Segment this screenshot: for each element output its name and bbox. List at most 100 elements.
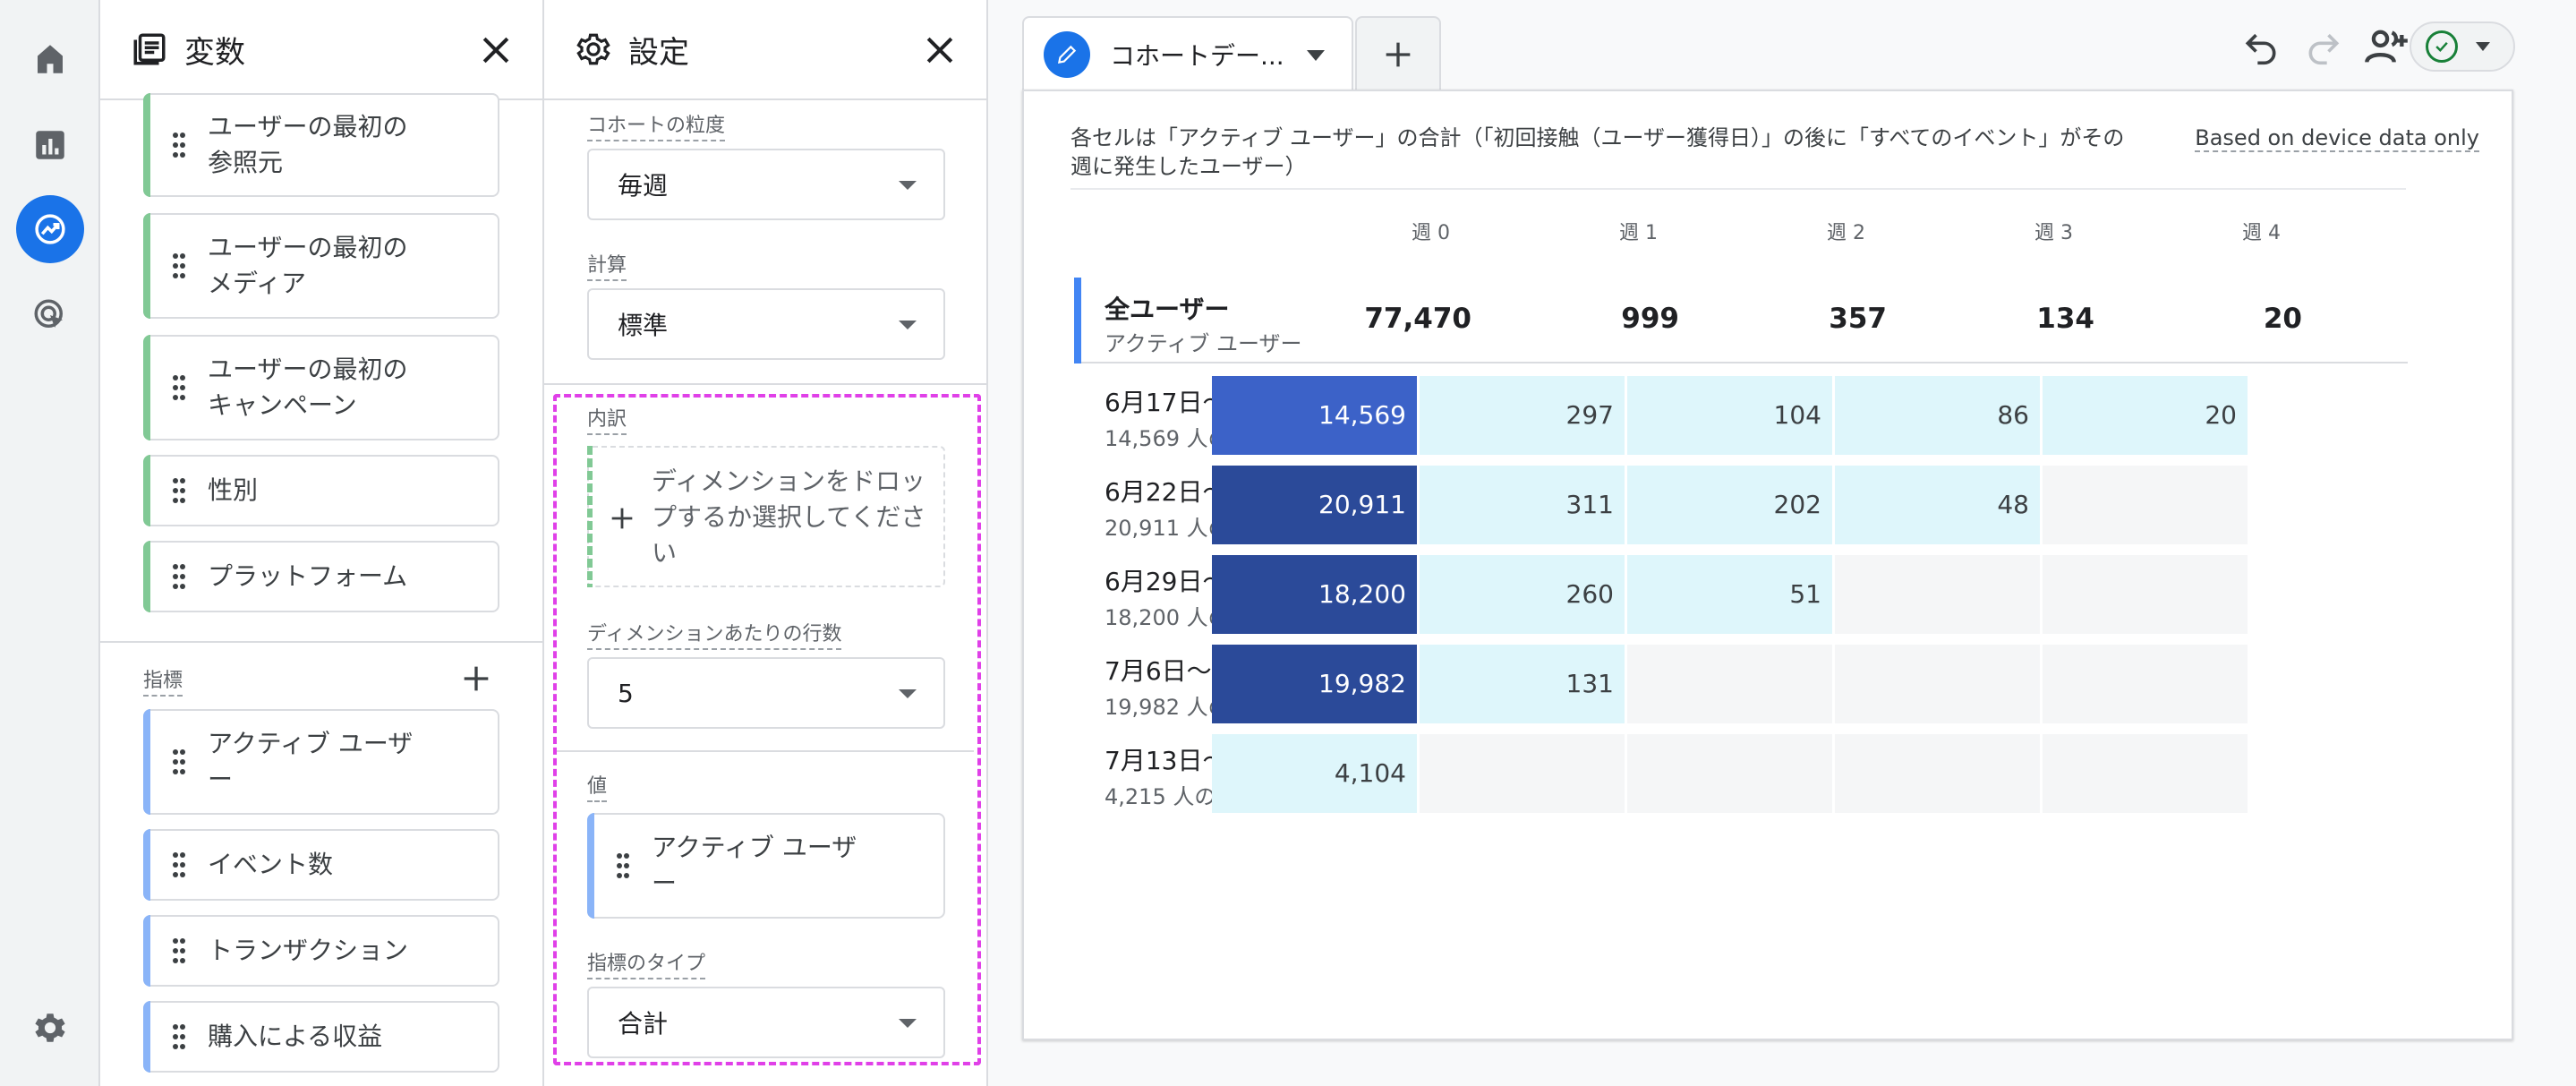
dimension-chip[interactable]: ユーザーの最初の メディア: [143, 213, 499, 319]
cohort-cell[interactable]: 18,200: [1212, 555, 1417, 634]
reports-nav-button[interactable]: [16, 111, 84, 179]
cohort-cell[interactable]: 20,911: [1212, 466, 1417, 544]
breakdown-label: 内訳: [587, 403, 627, 435]
cohort-cell[interactable]: 86: [1835, 376, 2040, 455]
value-metric-chip[interactable]: アクティブ ユーザ ー: [587, 813, 945, 919]
dropdown-caret-icon: [899, 321, 917, 329]
breakdown-drop-zone[interactable]: ディメンションをドロップするか選択してください: [587, 446, 945, 587]
total-value: 357: [1829, 303, 1887, 335]
section-divider: [544, 383, 986, 385]
cohort-cell[interactable]: 4,104: [1212, 734, 1417, 813]
add-metric-icon[interactable]: [458, 661, 494, 697]
cohort-table-canvas: 各セルは「アクティブ ユーザー」の合計（「初回接触（ユーザー獲得日）」の後に「す…: [1022, 90, 2513, 1040]
drag-handle-icon[interactable]: [172, 132, 186, 158]
close-variables-icon[interactable]: [476, 30, 516, 70]
week-header: 週 3: [2034, 222, 2073, 244]
cohort-cell[interactable]: 20: [2043, 376, 2248, 455]
dimension-label: ユーザーの最初の 参照元: [208, 112, 408, 177]
section-divider: [100, 641, 542, 643]
edit-tab-button[interactable]: [1044, 31, 1090, 78]
total-value: 134: [2036, 303, 2094, 335]
close-settings-icon[interactable]: [920, 30, 960, 70]
total-value: 77,470: [1364, 303, 1471, 335]
advertising-nav-button[interactable]: [16, 281, 84, 349]
calculation-select[interactable]: 標準: [587, 288, 945, 360]
drag-handle-icon[interactable]: [172, 563, 186, 590]
cohort-cell[interactable]: 311: [1420, 466, 1625, 544]
dimension-chip[interactable]: 性別: [143, 455, 499, 526]
dropdown-caret-icon: [899, 689, 917, 698]
dimension-chip[interactable]: ユーザーの最初の キャンペーン: [143, 335, 499, 440]
cohort-cell[interactable]: [1627, 734, 1832, 813]
cohort-cell[interactable]: [2043, 466, 2248, 544]
total-sublabel: アクティブ ユーザー: [1105, 331, 1302, 356]
admin-settings-button[interactable]: [16, 994, 84, 1062]
save-status-button[interactable]: [2410, 21, 2515, 72]
chevron-down-icon[interactable]: [1307, 50, 1325, 61]
drag-handle-icon[interactable]: [172, 851, 186, 878]
add-tab-button[interactable]: [1355, 16, 1441, 91]
cohort-cell[interactable]: 104: [1627, 376, 1832, 455]
calculation-label: 計算: [587, 249, 627, 281]
home-nav-button[interactable]: [16, 25, 84, 93]
metric-type-value: 合計: [618, 1009, 669, 1039]
drag-handle-icon[interactable]: [616, 852, 630, 879]
value-metric-label: アクティブ ユーザ ー: [652, 833, 857, 898]
dimension-label: ユーザーの最初の キャンペーン: [208, 355, 408, 420]
metric-chip[interactable]: イベント数: [143, 829, 499, 901]
cohort-cell[interactable]: 48: [1835, 466, 2040, 544]
variables-icon: [133, 33, 166, 65]
week-header: 週 1: [1619, 222, 1658, 244]
variables-title: 変数: [184, 34, 245, 71]
dimension-label: プラットフォーム: [208, 561, 408, 591]
cohort-cell[interactable]: [1420, 734, 1625, 813]
pencil-icon: [1057, 45, 1077, 64]
dimension-chip[interactable]: プラットフォーム: [143, 541, 499, 612]
granularity-select[interactable]: 毎週: [587, 149, 945, 220]
undo-icon[interactable]: [2241, 27, 2281, 66]
dimension-label: ユーザーの最初の メディア: [208, 233, 408, 298]
metric-type-select[interactable]: 合計: [587, 987, 945, 1058]
tab-label: コホートデー...: [1110, 41, 1284, 71]
cohort-cell[interactable]: 297: [1420, 376, 1625, 455]
cohort-cell[interactable]: 131: [1420, 645, 1625, 723]
home-icon: [38, 45, 63, 73]
drag-handle-icon[interactable]: [172, 477, 186, 504]
dimension-chip[interactable]: ユーザーの最初の 参照元: [143, 93, 499, 197]
explore-icon: [35, 214, 65, 244]
drag-handle-icon[interactable]: [172, 374, 186, 401]
cohort-cell[interactable]: 202: [1627, 466, 1832, 544]
description-separator: [1070, 188, 2406, 190]
cohort-cell[interactable]: [2043, 645, 2248, 723]
cohort-cell[interactable]: [1627, 645, 1832, 723]
drag-handle-icon[interactable]: [172, 252, 186, 279]
dimension-label: 性別: [208, 475, 259, 505]
cohort-cell[interactable]: [2043, 555, 2248, 634]
tab-cohort[interactable]: コホートデー...: [1022, 16, 1353, 91]
cohort-cell[interactable]: [1835, 734, 2040, 813]
metric-chip[interactable]: トランザクション: [143, 915, 499, 987]
cohort-cell[interactable]: 14,569: [1212, 376, 1417, 455]
cohort-cell[interactable]: 260: [1420, 555, 1625, 634]
table-description: 各セルは「アクティブ ユーザー」の合計（「初回接触（ユーザー獲得日）」の後に「す…: [1070, 125, 2125, 179]
granularity-label: コホートの粒度: [587, 109, 726, 141]
cohort-cell[interactable]: 19,982: [1212, 645, 1417, 723]
redo-icon[interactable]: [2304, 27, 2343, 66]
data-source-note[interactable]: Based on device data only: [2195, 125, 2479, 152]
drag-handle-icon[interactable]: [172, 1023, 186, 1050]
chevron-down-icon: [2476, 42, 2490, 51]
week-header: 週 4: [2242, 222, 2281, 244]
cohort-cell[interactable]: [2043, 734, 2248, 813]
cohort-cell[interactable]: [1835, 555, 2040, 634]
cohort-cell[interactable]: 51: [1627, 555, 1832, 634]
metric-chip[interactable]: 購入による収益: [143, 1001, 499, 1073]
share-users-icon[interactable]: [2363, 23, 2410, 70]
metric-chip[interactable]: アクティブ ユーザ ー: [143, 709, 499, 815]
drag-handle-icon[interactable]: [172, 748, 186, 775]
rows-per-dimension-select[interactable]: 5: [587, 657, 945, 729]
drag-handle-icon[interactable]: [172, 937, 186, 964]
cohort-cell[interactable]: [1835, 645, 2040, 723]
explore-nav-button[interactable]: [16, 195, 84, 263]
ad-target-icon: [34, 299, 63, 328]
exploration-canvas-area: コホートデー... 各セルは「アクティブ ユーザー」の合計（「初回接触（ユーザー…: [988, 0, 2576, 1086]
